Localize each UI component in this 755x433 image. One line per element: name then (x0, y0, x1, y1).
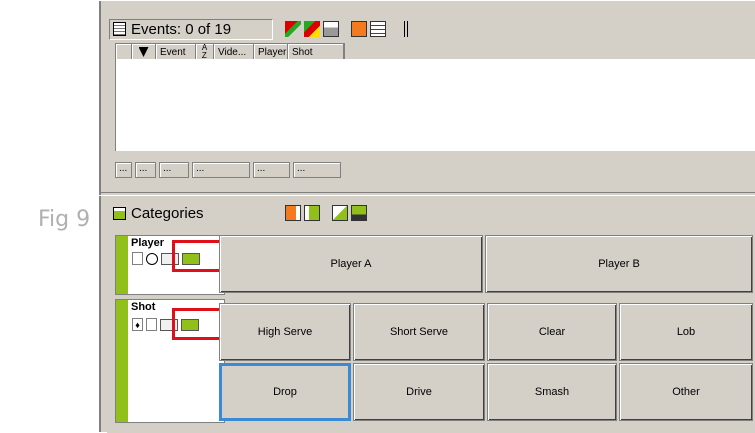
category-color-bar (116, 236, 128, 294)
category-button[interactable]: Lob (619, 303, 753, 361)
events-titlebar: Events: 0 of 19 (107, 17, 755, 40)
category-button-focused[interactable]: Drop (219, 363, 351, 421)
category-color-bar (116, 300, 128, 422)
split-icon[interactable] (398, 21, 414, 37)
category-row-shot: Shot ♦ (115, 299, 228, 423)
categories-title: Categories (131, 204, 204, 222)
category-checkbox[interactable] (146, 318, 157, 331)
flags-icon[interactable] (304, 21, 320, 37)
column-blank (116, 44, 132, 60)
save-icon[interactable] (351, 205, 367, 221)
events-title: Events: 0 of 19 (131, 20, 232, 38)
edit-icon[interactable] (332, 205, 348, 221)
column-player[interactable]: Player (254, 44, 288, 60)
categories-icon (113, 206, 126, 220)
footer-cell[interactable]: ... (159, 162, 189, 178)
category-button[interactable]: Player B (485, 235, 753, 293)
category-button[interactable]: Short Serve (353, 303, 485, 361)
categories-panel: Categories Player Player A Player B Shot… (107, 197, 755, 433)
category-label-shot: Shot (131, 301, 156, 313)
clock-icon[interactable] (146, 252, 158, 265)
column-video[interactable]: Vide... (214, 44, 254, 60)
app-window: Events: 0 of 19 Event AZ Vide... Player … (98, 0, 755, 433)
events-list[interactable] (115, 59, 755, 151)
category-label-player: Player (131, 237, 165, 249)
column-event[interactable]: Event (156, 44, 196, 60)
category-button[interactable]: Other (619, 363, 753, 421)
category-checkbox[interactable]: ♦ (132, 318, 143, 331)
orange-panel-icon[interactable] (351, 21, 367, 37)
panel-divider (99, 192, 755, 196)
category-button[interactable]: High Serve (219, 303, 351, 361)
category-button[interactable]: Clear (487, 303, 617, 361)
column-shot[interactable]: Shot (288, 44, 344, 60)
footer-cell[interactable]: ... (192, 162, 250, 178)
category-button[interactable]: Drive (353, 363, 485, 421)
events-panel: Events: 0 of 19 Event AZ Vide... Player … (107, 17, 755, 193)
category-button[interactable]: Player A (219, 235, 483, 293)
figure-caption: Fig 9 (38, 207, 91, 232)
properties-icon[interactable] (323, 21, 339, 37)
list-view-icon[interactable] (370, 21, 386, 37)
footer-cell[interactable]: ... (115, 162, 132, 178)
pin-icon[interactable] (132, 44, 156, 60)
categories-titlebar: Categories (107, 201, 755, 223)
green-panel-icon[interactable] (304, 205, 320, 221)
events-footer: ... ... ... ... ... ... (115, 162, 341, 178)
category-button[interactable]: Smash (487, 363, 617, 421)
footer-cell[interactable]: ... (293, 162, 341, 178)
orange-panel-icon[interactable] (285, 205, 301, 221)
footer-cell[interactable]: ... (253, 162, 290, 178)
category-checkbox[interactable] (132, 252, 143, 265)
flag-icon[interactable] (285, 21, 301, 37)
sort-az-icon[interactable]: AZ (196, 44, 214, 60)
category-row-player: Player (115, 235, 228, 295)
list-icon (113, 22, 126, 36)
footer-cell[interactable]: ... (135, 162, 156, 178)
